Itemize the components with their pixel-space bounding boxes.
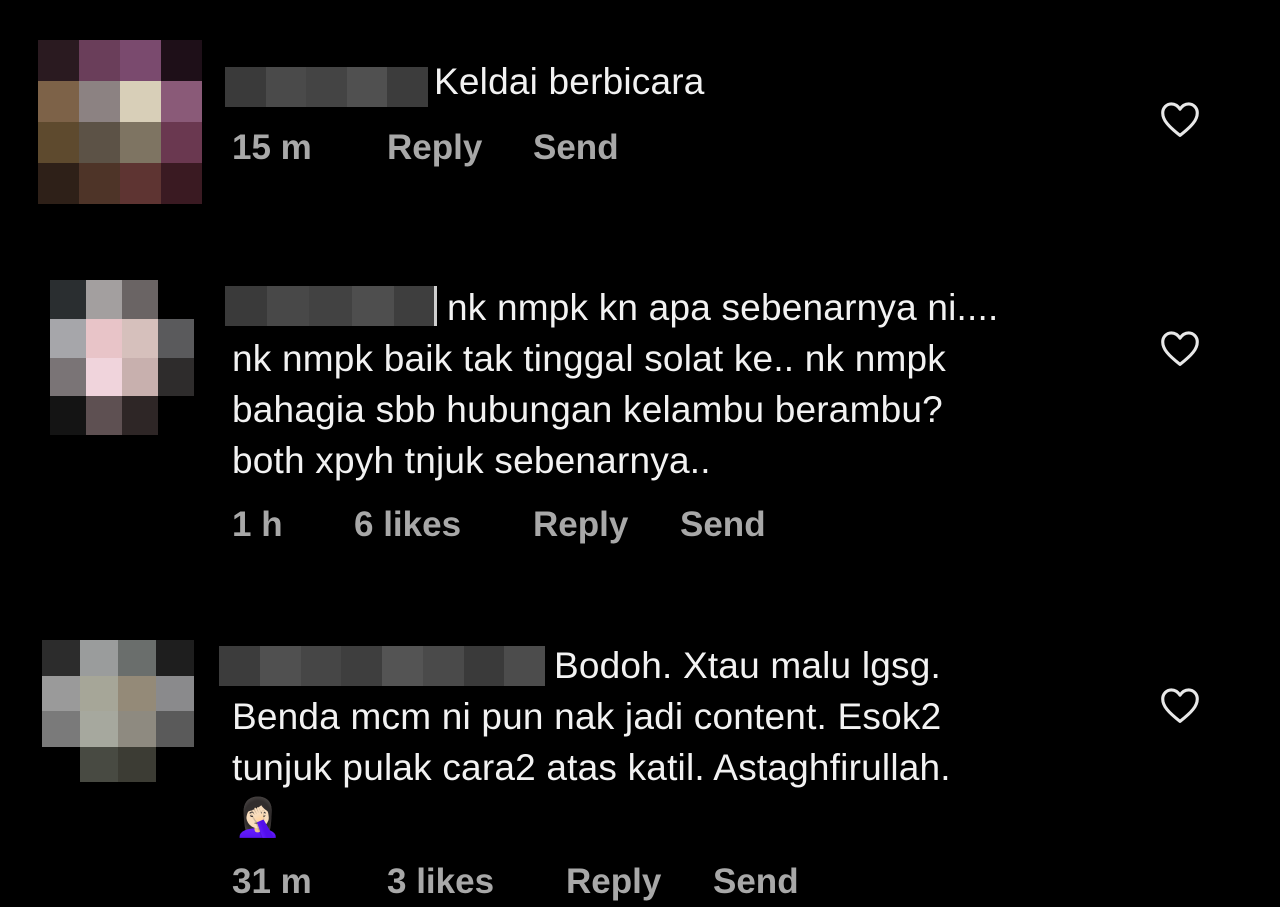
- heart-outline-icon[interactable]: [1159, 100, 1201, 138]
- avatar[interactable]: [42, 640, 194, 782]
- avatar[interactable]: [50, 280, 194, 435]
- redacted-username[interactable]: [225, 67, 428, 107]
- comment-meta: 15 m Reply Send: [232, 128, 619, 168]
- timestamp: 1 h: [232, 505, 283, 544]
- comment-meta: 31 m 3 likes Reply Send: [232, 862, 799, 902]
- reply-button[interactable]: Reply: [387, 128, 533, 168]
- comment-text: Bodoh. Xtau malu lgsg. Benda mcm ni pun …: [232, 640, 951, 843]
- heart-outline-icon[interactable]: [1159, 329, 1201, 367]
- heart-outline-icon[interactable]: [1159, 686, 1201, 724]
- send-button[interactable]: Send: [533, 128, 619, 168]
- reply-button[interactable]: Reply: [566, 862, 713, 902]
- avatar[interactable]: [38, 40, 202, 204]
- send-button[interactable]: Send: [680, 505, 766, 545]
- comment-text: Keldai berbicara: [434, 61, 705, 102]
- likes-count[interactable]: 3 likes: [387, 862, 566, 902]
- likes-count[interactable]: 6 likes: [354, 505, 533, 545]
- face-palm-emoji: 🤦🏻‍♀️: [234, 797, 282, 839]
- timestamp: 15 m: [232, 128, 312, 167]
- timestamp: 31 m: [232, 862, 312, 901]
- comment-text: nk nmpk kn apa sebenarnya ni.... nk nmpk…: [232, 287, 999, 481]
- comment-meta: 1 h 6 likes Reply Send: [232, 505, 766, 545]
- send-button[interactable]: Send: [713, 862, 799, 902]
- reply-button[interactable]: Reply: [533, 505, 680, 545]
